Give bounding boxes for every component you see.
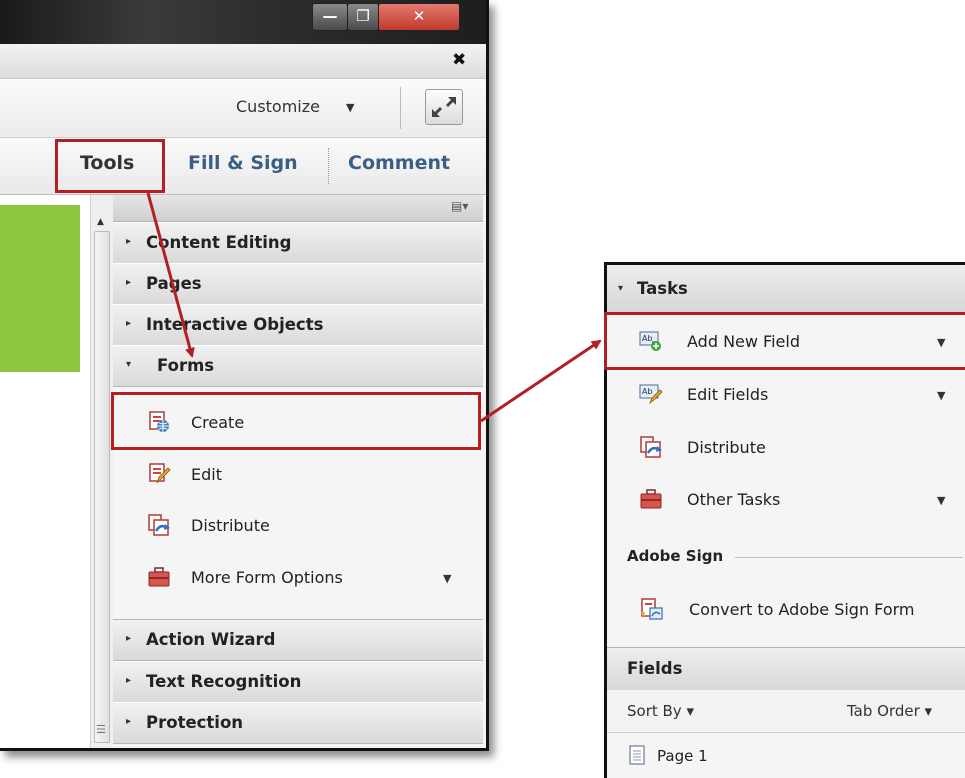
toolbox-icon [640,489,662,509]
section-text-recognition[interactable]: ▸ Text Recognition [113,661,483,703]
section-label: Protection [146,713,244,732]
scroll-up-icon[interactable]: ▲ [97,217,104,227]
task-edit-fields[interactable]: Ab Edit Fields ▼ [607,368,965,420]
section-action-wizard[interactable]: ▸ Action Wizard [113,619,483,661]
minimize-button[interactable]: — [312,3,348,31]
task-distribute[interactable]: Distribute [607,421,965,473]
tab-divider [328,148,330,184]
close-document-icon[interactable]: ✖ [452,50,466,70]
close-window-button[interactable]: ✕ [378,3,460,31]
customize-button[interactable]: Customize [236,97,320,116]
section-label: Text Recognition [146,672,302,691]
expand-arrow-icon: ▸ [126,236,132,247]
toolbar: Customize ▼ [0,79,486,138]
add-new-field-highlight [604,312,965,370]
toolbox-icon [148,567,170,587]
chevron-down-icon[interactable]: ▼ [443,572,451,585]
section-interactive-objects[interactable]: ▸ Interactive Objects [113,304,483,346]
collapse-arrow-icon: ▾ [126,359,132,370]
fields-page-row[interactable]: Page 1 [607,735,965,777]
chevron-down-icon[interactable]: ▼ [937,494,945,507]
task-other-tasks[interactable]: Other Tasks ▼ [607,473,965,525]
item-label: Edit [191,465,222,484]
create-to-tasks-arrow [480,339,602,423]
adobe-sign-heading: Adobe Sign [627,547,724,565]
maximize-button[interactable]: ❐ [347,3,379,31]
forms-item-distribute[interactable]: Distribute [113,501,483,549]
section-label: Interactive Objects [146,315,324,334]
page-icon [629,745,645,765]
item-label: Other Tasks [687,490,781,509]
tab-fill-sign[interactable]: Fill & Sign [188,152,298,174]
section-content-editing[interactable]: ▸ Content Editing [113,222,483,264]
document-green-block [0,205,80,372]
expand-arrow-icon: ▸ [126,675,132,686]
tasks-header[interactable]: ▾ Tasks [607,265,965,314]
section-pages[interactable]: ▸ Pages [113,263,483,305]
sort-by-dropdown[interactable]: Sort By ▾ [627,702,694,720]
section-protection[interactable]: ▸ Protection [113,702,483,744]
item-label: Convert to Adobe Sign Form [689,600,915,619]
expand-arrow-icon: ▸ [126,633,132,644]
tasks-header-label: Tasks [637,279,688,298]
create-item-highlight [111,392,481,450]
expand-icon[interactable] [425,89,463,125]
distribute-icon [640,436,662,458]
tools-panel: ▤▾ ▸ Content Editing ▸ Pages ▸ Interacti… [113,195,483,748]
item-label: Distribute [687,438,766,457]
task-convert-adobe-sign[interactable]: Convert to Adobe Sign Form [607,583,965,635]
acrobat-window: — ❐ ✕ ✖ Customize ▼ Tools Fill & Sign Co… [0,0,489,751]
grip-icon: ☰ [96,723,106,736]
forms-item-more-options[interactable]: More Form Options ▼ [113,553,483,601]
title-bar: — ❐ ✕ [0,0,486,44]
tab-comment[interactable]: Comment [348,152,450,174]
svg-text:Ab: Ab [642,387,653,396]
fields-header[interactable]: Fields [607,647,965,691]
tab-order-dropdown[interactable]: Tab Order ▾ [847,702,932,720]
tools-tab-highlight [55,139,165,193]
fields-header-label: Fields [627,659,683,678]
page-label: Page 1 [657,747,708,765]
expand-arrow-icon: ▸ [126,318,132,329]
collapse-arrow-icon: ▾ [618,283,624,294]
expand-arrow-icon: ▸ [126,277,132,288]
chevron-down-icon[interactable]: ▼ [937,389,945,402]
section-label: Action Wizard [146,630,276,649]
item-label: Distribute [191,516,270,535]
panel-header: ▤▾ [113,195,483,222]
chevron-down-icon[interactable]: ▼ [346,101,354,114]
panel-options-icon[interactable]: ▤▾ [451,199,468,213]
section-forms[interactable]: ▾ Forms [113,345,483,387]
distribute-icon [148,514,170,536]
section-label: Pages [146,274,202,293]
fields-sort-bar: Sort By ▾ Tab Order ▾ [607,690,965,733]
expand-arrow-icon: ▸ [126,716,132,727]
item-label: Edit Fields [687,385,769,404]
section-label: Forms [157,356,215,375]
item-label: More Form Options [191,568,343,587]
section-label: Content Editing [146,233,292,252]
forms-item-edit[interactable]: Edit [113,450,483,498]
toolbar-divider [400,87,401,129]
edit-fields-icon: Ab [639,384,663,405]
scrollbar-thumb[interactable] [94,231,110,743]
edit-form-icon [149,463,171,484]
adobe-sign-form-icon [641,598,663,620]
document-bar: ✖ [0,44,486,79]
section-divider [735,557,963,558]
vertical-scrollbar[interactable]: ▲ ☰ [90,195,114,748]
